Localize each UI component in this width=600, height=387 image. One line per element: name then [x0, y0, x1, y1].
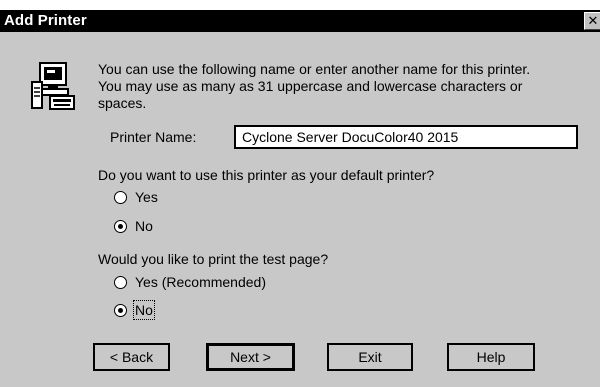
next-button-label: Next >	[230, 349, 271, 365]
default-yes-label[interactable]: Yes	[135, 189, 158, 205]
exit-button-label: Exit	[358, 349, 382, 365]
testpage-yes-radio[interactable]	[114, 276, 127, 289]
default-no-radio[interactable]	[114, 220, 127, 233]
printer-name-input[interactable]	[234, 125, 578, 149]
back-button-label: < Back	[109, 349, 154, 365]
exit-button[interactable]: Exit	[327, 343, 413, 371]
printer-name-label: Printer Name:	[110, 129, 197, 145]
test-page-question: Would you like to print the test page?	[98, 251, 329, 267]
window-title: Add Printer	[4, 12, 87, 29]
title-bar: Add Printer ✕	[0, 10, 600, 32]
testpage-no-label[interactable]: No	[133, 300, 155, 320]
back-button[interactable]: < Back	[93, 343, 170, 371]
help-button-label: Help	[476, 349, 506, 365]
testpage-yes-label[interactable]: Yes (Recommended)	[135, 274, 266, 290]
printer-computer-icon	[31, 62, 75, 110]
close-button[interactable]: ✕	[584, 12, 600, 30]
description-line: spaces.	[98, 95, 147, 111]
default-no-label[interactable]: No	[135, 218, 153, 234]
description-text: You can use the following name or enter …	[98, 61, 588, 112]
next-button[interactable]: Next >	[206, 343, 295, 371]
default-yes-radio[interactable]	[114, 191, 127, 204]
default-printer-question: Do you want to use this printer as your …	[98, 167, 435, 183]
description-line: You may use as many as 31 uppercase and …	[98, 78, 523, 94]
testpage-no-radio[interactable]	[114, 304, 127, 317]
description-line: You can use the following name or enter …	[98, 61, 531, 77]
help-button[interactable]: Help	[447, 343, 535, 371]
